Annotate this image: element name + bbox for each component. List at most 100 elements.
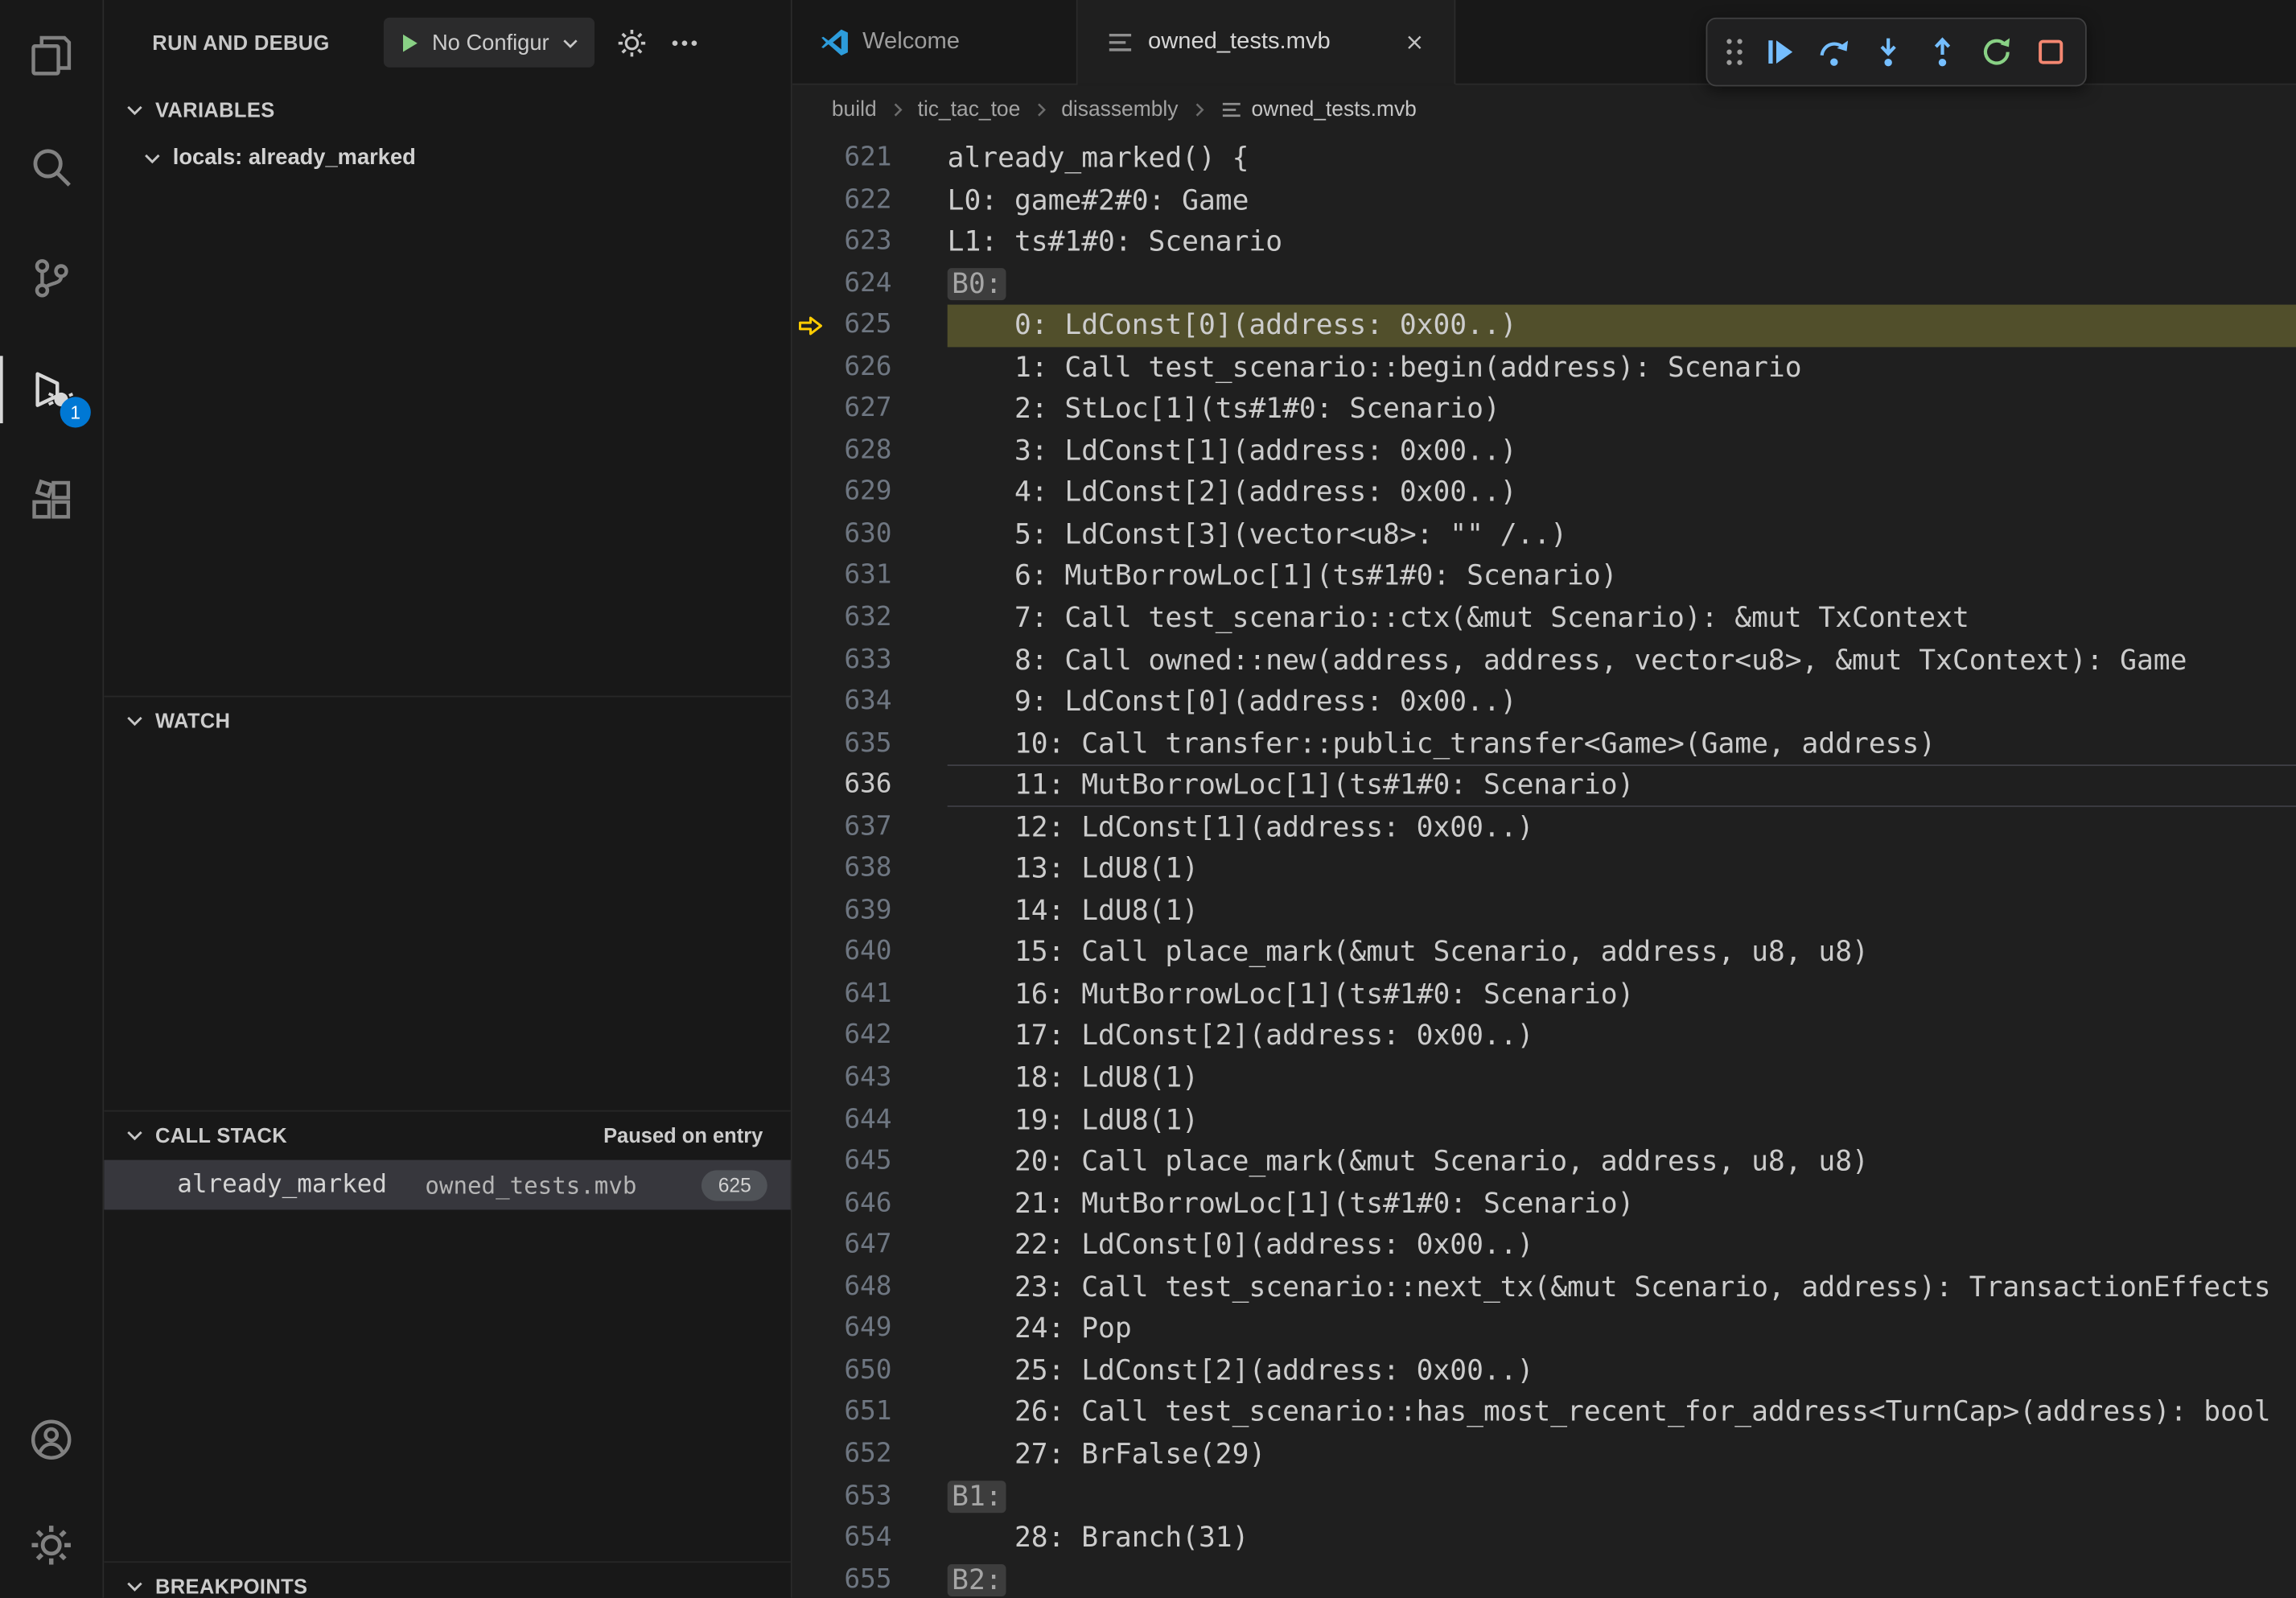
code-line[interactable]: 636 11: MutBorrowLoc[1](ts#1#0: Scenario… [792, 765, 2296, 807]
code-line[interactable]: 637 12: LdConst[1](address: 0x00..) [792, 806, 2296, 848]
views-ellipsis-icon[interactable] [669, 27, 700, 58]
code-line[interactable]: 624B0: [792, 263, 2296, 305]
code-text[interactable]: 8: Call owned::new(address, address, vec… [948, 640, 2296, 682]
code-line[interactable]: 630 5: LdConst[3](vector<u8>: "" /..) [792, 514, 2296, 556]
activity-search[interactable] [0, 111, 102, 222]
activity-run-and-debug[interactable]: 1 [0, 334, 102, 445]
breakpoint-gutter[interactable] [792, 1225, 828, 1266]
code-line[interactable]: 622L0: game#2#0: Game [792, 179, 2296, 221]
breakpoint-gutter[interactable] [792, 848, 828, 890]
code-text[interactable]: 9: LdConst[0](address: 0x00..) [948, 682, 2296, 723]
stack-frame-row[interactable]: already_marked owned_tests.mvb 625 [104, 1160, 791, 1210]
code-line[interactable]: 643 18: LdU8(1) [792, 1057, 2296, 1099]
code-line[interactable]: 638 13: LdU8(1) [792, 848, 2296, 890]
code-line[interactable]: 623L1: ts#1#0: Scenario [792, 221, 2296, 263]
code-line[interactable]: 645 20: Call place_mark(&mut Scenario, a… [792, 1141, 2296, 1183]
variables-scope-locals[interactable]: locals: already_marked [104, 134, 791, 182]
code-text[interactable]: 23: Call test_scenario::next_tx(&mut Sce… [948, 1266, 2296, 1308]
code-line[interactable]: 651 26: Call test_scenario::has_most_rec… [792, 1392, 2296, 1434]
breakpoint-gutter[interactable] [792, 263, 828, 305]
close-icon[interactable] [1403, 30, 1426, 53]
code-line[interactable]: 625 0: LdConst[0](address: 0x00..) [792, 305, 2296, 347]
step-into-button[interactable] [1861, 25, 1915, 79]
breakpoint-gutter[interactable] [792, 598, 828, 640]
code-line[interactable]: 650 25: LdConst[2](address: 0x00..) [792, 1350, 2296, 1392]
code-text[interactable]: 5: LdConst[3](vector<u8>: "" /..) [948, 514, 2296, 556]
code-line[interactable]: 652 27: BrFalse(29) [792, 1434, 2296, 1476]
breakpoint-gutter[interactable] [792, 1308, 828, 1350]
code-text[interactable]: 10: Call transfer::public_transfer<Game>… [948, 723, 2296, 765]
code-line[interactable]: 631 6: MutBorrowLoc[1](ts#1#0: Scenario) [792, 556, 2296, 598]
breakpoint-gutter[interactable] [792, 514, 828, 556]
code-text[interactable]: 19: LdU8(1) [948, 1099, 2296, 1141]
breakpoint-gutter[interactable] [792, 556, 828, 598]
code-text[interactable]: B2: [948, 1559, 2296, 1598]
code-line[interactable]: 644 19: LdU8(1) [792, 1099, 2296, 1141]
breakpoint-gutter[interactable] [792, 890, 828, 932]
section-watch[interactable]: WATCH [104, 696, 791, 744]
code-line[interactable]: 626 1: Call test_scenario::begin(address… [792, 347, 2296, 389]
code-text[interactable]: L1: ts#1#0: Scenario [948, 221, 2296, 263]
breadcrumb-item[interactable]: owned_tests.mvb [1219, 97, 1416, 121]
code-editor[interactable]: 621already_marked() {622L0: game#2#0: Ga… [792, 134, 2296, 1598]
code-line[interactable]: 642 17: LdConst[2](address: 0x00..) [792, 1015, 2296, 1057]
breakpoint-gutter[interactable] [792, 1141, 828, 1183]
code-text[interactable]: 24: Pop [948, 1308, 2296, 1350]
activity-explorer[interactable] [0, 0, 102, 111]
code-text[interactable]: 22: LdConst[0](address: 0x00..) [948, 1225, 2296, 1266]
breadcrumb-item[interactable]: disassembly [1061, 97, 1178, 121]
debug-config-dropdown[interactable]: No Configur [384, 18, 595, 68]
code-text[interactable]: 12: LdConst[1](address: 0x00..) [948, 806, 2296, 848]
code-text[interactable]: 16: MutBorrowLoc[1](ts#1#0: Scenario) [948, 974, 2296, 1015]
code-text[interactable]: 21: MutBorrowLoc[1](ts#1#0: Scenario) [948, 1183, 2296, 1225]
code-line[interactable]: 653B1: [792, 1476, 2296, 1518]
code-line[interactable]: 640 15: Call place_mark(&mut Scenario, a… [792, 932, 2296, 974]
breakpoint-gutter[interactable] [792, 138, 828, 179]
code-text[interactable]: 28: Branch(31) [948, 1518, 2296, 1559]
code-line[interactable]: 627 2: StLoc[1](ts#1#0: Scenario) [792, 389, 2296, 430]
continue-button[interactable] [1753, 25, 1807, 79]
code-text[interactable]: 26: Call test_scenario::has_most_recent_… [948, 1392, 2296, 1434]
tab-welcome[interactable]: Welcome [792, 0, 1078, 85]
code-line[interactable]: 647 22: LdConst[0](address: 0x00..) [792, 1225, 2296, 1266]
code-line[interactable]: 635 10: Call transfer::public_transfer<G… [792, 723, 2296, 765]
code-text[interactable]: 1: Call test_scenario::begin(address): S… [948, 347, 2296, 389]
breakpoint-gutter[interactable] [792, 1559, 828, 1598]
code-line[interactable]: 629 4: LdConst[2](address: 0x00..) [792, 472, 2296, 514]
section-variables[interactable]: VARIABLES [104, 85, 791, 134]
step-over-button[interactable] [1807, 25, 1861, 79]
code-text[interactable]: 11: MutBorrowLoc[1](ts#1#0: Scenario) [948, 765, 2296, 807]
breakpoint-gutter[interactable] [792, 1057, 828, 1099]
breakpoint-gutter[interactable] [792, 1015, 828, 1057]
breakpoint-gutter[interactable] [792, 179, 828, 221]
code-text[interactable]: 7: Call test_scenario::ctx(&mut Scenario… [948, 598, 2296, 640]
step-out-button[interactable] [1915, 25, 1969, 79]
breakpoint-gutter[interactable] [792, 1518, 828, 1559]
breadcrumb-item[interactable]: build [832, 97, 877, 121]
code-line[interactable]: 654 28: Branch(31) [792, 1518, 2296, 1559]
breakpoint-gutter[interactable] [792, 1476, 828, 1518]
breakpoint-gutter[interactable] [792, 974, 828, 1015]
activity-source-control[interactable] [0, 223, 102, 334]
start-debug-play-icon[interactable] [397, 30, 422, 55]
activity-account[interactable] [0, 1387, 102, 1493]
debug-stackframe-arrow-icon[interactable] [792, 305, 828, 347]
code-text[interactable]: 25: LdConst[2](address: 0x00..) [948, 1350, 2296, 1392]
code-line[interactable]: 646 21: MutBorrowLoc[1](ts#1#0: Scenario… [792, 1183, 2296, 1225]
tab-owned-tests-mvb[interactable]: owned_tests.mvb [1078, 0, 1456, 85]
breakpoint-gutter[interactable] [792, 1266, 828, 1308]
activity-extensions[interactable] [0, 445, 102, 556]
breakpoint-gutter[interactable] [792, 430, 828, 472]
code-text[interactable]: B0: [948, 263, 2296, 305]
code-text[interactable]: 2: StLoc[1](ts#1#0: Scenario) [948, 389, 2296, 430]
code-text[interactable]: 3: LdConst[1](address: 0x00..) [948, 430, 2296, 472]
code-text[interactable]: 13: LdU8(1) [948, 848, 2296, 890]
breakpoint-gutter[interactable] [792, 1434, 828, 1476]
breakpoint-gutter[interactable] [792, 1392, 828, 1434]
code-line[interactable]: 621already_marked() { [792, 138, 2296, 179]
code-text[interactable]: already_marked() { [948, 138, 2296, 179]
breakpoint-gutter[interactable] [792, 932, 828, 974]
code-line[interactable]: 628 3: LdConst[1](address: 0x00..) [792, 430, 2296, 472]
code-text[interactable]: 6: MutBorrowLoc[1](ts#1#0: Scenario) [948, 556, 2296, 598]
code-text[interactable]: 14: LdU8(1) [948, 890, 2296, 932]
